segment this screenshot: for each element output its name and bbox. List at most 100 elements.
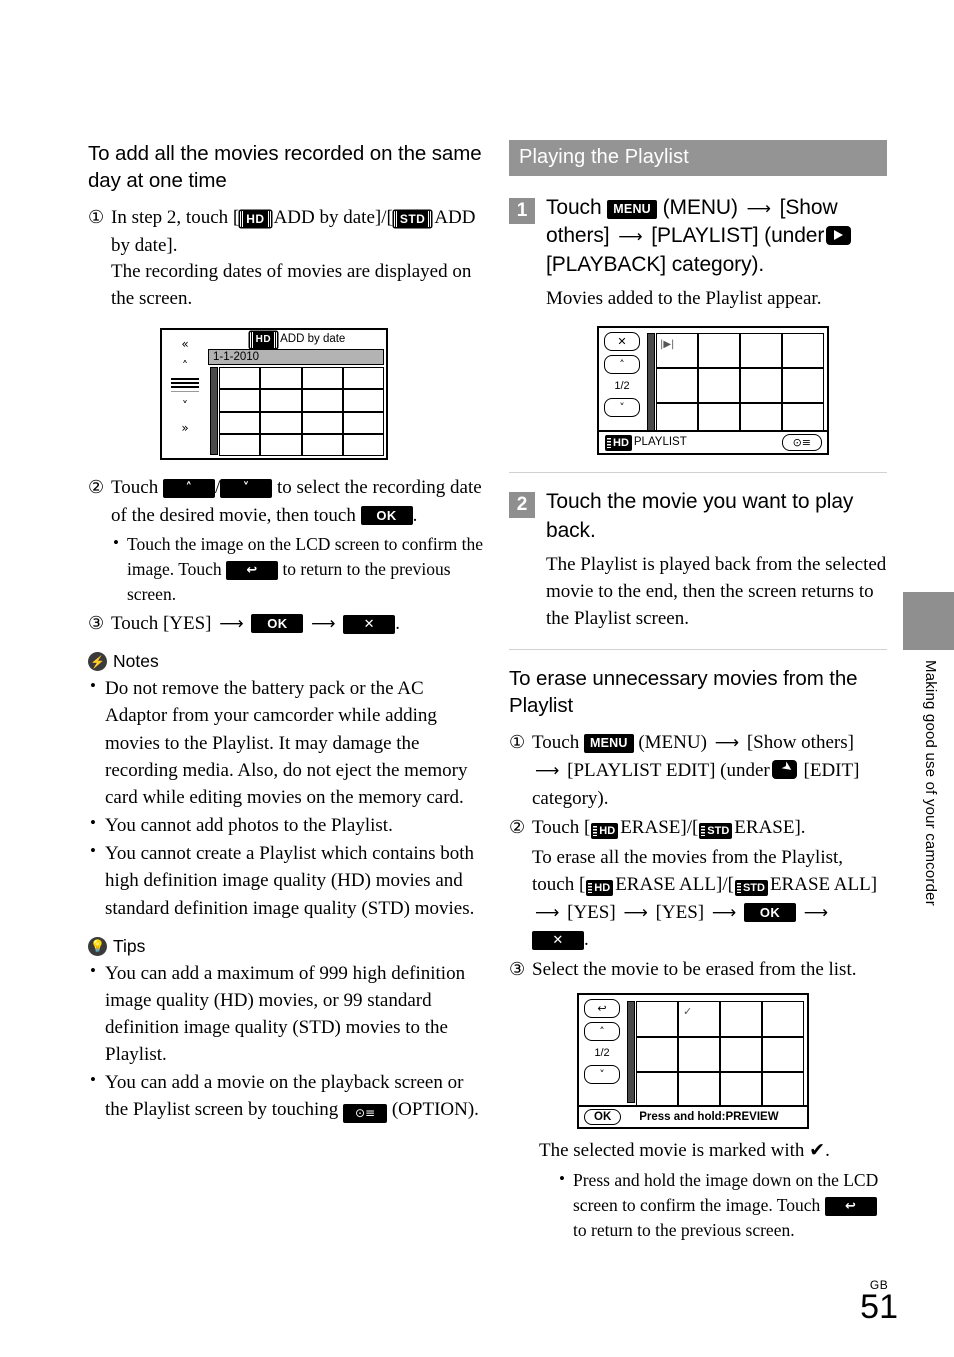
list-view-icon[interactable] — [171, 378, 199, 393]
scroll-up-button[interactable]: ˄ — [604, 355, 640, 375]
scroll-bottom-fast-icon[interactable]: » — [168, 419, 202, 436]
right-step-2: 2 Touch the movie you want to play back. — [509, 488, 887, 545]
erase-yes-1[interactable]: [YES] — [567, 902, 616, 923]
thumbnail-cell[interactable] — [219, 433, 261, 457]
thumbnail-cell[interactable] — [782, 368, 824, 404]
thumbnail-cell[interactable] — [342, 367, 384, 390]
scroll-down-button[interactable]: ˅ — [604, 398, 640, 418]
figure1-date-bar[interactable]: 1-1-2010 — [208, 349, 384, 366]
page-indicator: 1/2 — [594, 1047, 610, 1060]
back-button[interactable]: ↩ — [824, 1197, 877, 1217]
left-column: To add all the movies recorded on the sa… — [88, 140, 488, 1125]
thumbnail-cell[interactable] — [740, 333, 782, 369]
erase-step-2-body: Touch [HD ERASE]/[STD ERASE]. To erase all… — [532, 814, 887, 954]
thumbnail-cell[interactable] — [720, 1036, 762, 1073]
thumbnail-cell[interactable] — [762, 1001, 804, 1037]
thumbnail-cell[interactable] — [342, 433, 384, 457]
thumbnail-cell[interactable] — [740, 368, 782, 404]
scroll-down-icon[interactable]: ˅ — [168, 397, 202, 414]
thumbnail-cell[interactable] — [636, 1072, 678, 1108]
scroll-top-fast-icon[interactable]: « — [168, 335, 202, 352]
thumbnail-cell[interactable] — [720, 1072, 762, 1108]
thumbnail-cell[interactable] — [219, 411, 261, 434]
ok-button[interactable]: OK — [744, 902, 796, 922]
close-button[interactable]: ✕ — [532, 931, 584, 951]
menu-button[interactable]: MENU — [583, 734, 634, 754]
arrow-icon: ⟶ — [714, 733, 740, 754]
back-button[interactable]: ↩ — [584, 999, 620, 1019]
back-button[interactable]: ↩ — [226, 561, 279, 581]
erase-step-3-number: ③ — [509, 958, 526, 979]
option-button[interactable]: ⊙≡ — [781, 434, 822, 452]
scroll-up-button[interactable]: ˄ — [584, 1022, 620, 1042]
figure2-thumbnail-grid: |▶| — [656, 333, 824, 439]
scroll-up-icon[interactable]: ˄ — [168, 357, 202, 374]
thumbnail-cell[interactable] — [260, 411, 302, 434]
left-step-3: ③ Touch [YES] ⟶ OK ⟶ ✕. — [88, 610, 488, 638]
thumbnail-cell[interactable] — [636, 1036, 678, 1073]
erase-step-1-show-others[interactable]: [Show others] — [747, 732, 854, 753]
thumbnail-cell[interactable] — [260, 367, 302, 390]
ok-button[interactable]: OK — [251, 613, 304, 633]
thumbnail-cell[interactable] — [301, 433, 343, 457]
thumbnail-cell[interactable] — [762, 1036, 804, 1073]
thumbnail-cell[interactable] — [698, 333, 740, 369]
scroll-down-button[interactable]: ˅ — [220, 479, 273, 499]
chapter-side-title: Making good use of your camcorder — [922, 660, 939, 906]
erase-step-3: ③ Select the movie to be erased from the… — [509, 956, 887, 984]
arrow-icon: ⟶ — [311, 613, 336, 634]
left-step-2: ② Touch ˄ / ˅ to select the recording date… — [88, 474, 488, 608]
scroll-down-button[interactable]: ˅ — [584, 1065, 620, 1085]
thumbnail-cell[interactable] — [219, 389, 261, 412]
thumbnail-cell[interactable] — [301, 367, 343, 390]
menu-button[interactable]: MENU — [607, 200, 657, 219]
thumbnail-cell[interactable] — [720, 1001, 762, 1037]
right-step-1-number: 1 — [509, 198, 535, 224]
thumbnail-cell[interactable] — [698, 368, 740, 404]
thumbnail-cell[interactable] — [762, 1072, 804, 1108]
thumbnail-cell[interactable] — [636, 1001, 678, 1037]
thumbnail-cell[interactable] — [678, 1036, 720, 1073]
thumbnail-cell[interactable] — [301, 411, 343, 434]
tips-label: Tips — [113, 935, 146, 956]
ok-button[interactable]: OK — [360, 505, 413, 525]
selected-movie-note-post: . — [825, 1140, 830, 1162]
close-button[interactable]: ✕ — [604, 332, 640, 352]
thumbnail-cell[interactable] — [260, 389, 302, 412]
ok-button[interactable]: OK — [584, 1109, 622, 1126]
thumbnail-cell[interactable] — [678, 1072, 720, 1108]
erase-step-1-playlist-edit[interactable]: [PLAYLIST EDIT] (under — [567, 760, 770, 781]
tip2-post: (OPTION). — [391, 1099, 479, 1121]
left-step-1: ① In step 2, touch [HD ADD by date]/[STD A… — [88, 204, 488, 316]
option-button-icon[interactable]: ⊙≡ — [342, 1104, 388, 1124]
scroll-up-button[interactable]: ˄ — [162, 479, 215, 499]
figure1-scrollbar[interactable] — [210, 367, 218, 456]
right-step-1-playlist[interactable]: [PLAYLIST] (under — [651, 224, 824, 247]
playlist-hd-badge-icon: HD — [605, 434, 632, 451]
arrow-icon: ⟶ — [746, 199, 771, 219]
figure3-scrollbar[interactable] — [627, 1001, 635, 1104]
section-band-playing-playlist: Playing the Playlist — [509, 140, 887, 176]
thumbnail-cell[interactable] — [656, 368, 698, 404]
left-step-1-number: ① — [88, 207, 105, 228]
right-column: Playing the Playlist 1 Touch MENU (MENU)… — [509, 140, 887, 1244]
close-button[interactable]: ✕ — [343, 614, 396, 634]
arrow-icon: ⟶ — [623, 902, 648, 923]
thumbnail-cell[interactable] — [301, 389, 343, 412]
erase-all-mid: ERASE ALL]/[ — [615, 874, 734, 896]
figure3-footer: OK Press and hold:PREVIEW — [579, 1105, 807, 1128]
erase-yes-2[interactable]: [YES] — [656, 902, 705, 923]
thumbnail-cell-selected[interactable]: ✓ — [678, 1001, 720, 1037]
left-step-3-body: Touch [YES] ⟶ OK ⟶ ✕. — [111, 610, 488, 638]
thumbnail-cell[interactable] — [342, 411, 384, 434]
thumbnail-cell[interactable] — [219, 367, 261, 390]
list-item: You can add a movie on the playback scre… — [88, 1068, 488, 1124]
thumbnail-cell[interactable] — [782, 333, 824, 369]
thumbnail-cell[interactable]: |▶| — [656, 333, 698, 369]
thumbnail-cell[interactable] — [342, 389, 384, 412]
list-item: You cannot add photos to the Playlist. — [88, 811, 488, 839]
arrow-icon: ⟶ — [219, 613, 244, 634]
thumbnail-cell[interactable] — [260, 433, 302, 457]
left-step-1-mid: ADD by date]/[ — [273, 207, 393, 229]
erase-step-1-menu-paren: (MENU) — [638, 732, 707, 754]
